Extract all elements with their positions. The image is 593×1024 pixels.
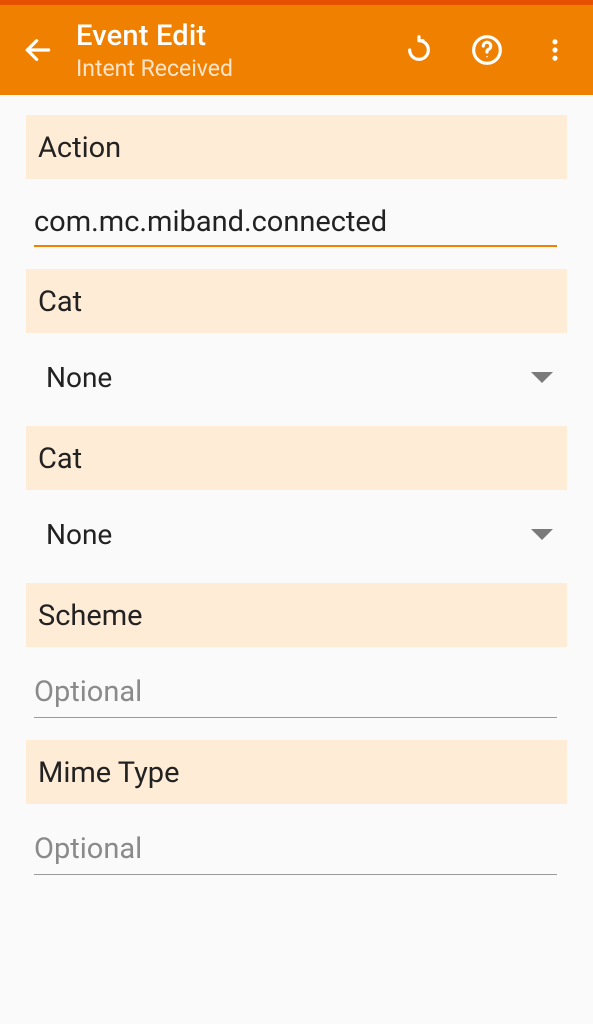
page-subtitle: Intent Received	[76, 55, 399, 82]
cat1-selected: None	[46, 361, 112, 394]
action-input-wrap	[26, 199, 567, 247]
section-label-mimetype: Mime Type	[26, 740, 567, 804]
mimetype-input-wrap	[26, 826, 567, 875]
scheme-input-wrap	[26, 669, 567, 718]
undo-button[interactable]	[399, 30, 439, 70]
cat2-dropdown[interactable]: None	[26, 508, 567, 561]
mimetype-input[interactable]	[34, 826, 557, 875]
more-vert-icon	[541, 34, 569, 66]
undo-icon	[403, 34, 435, 66]
chevron-down-icon	[531, 529, 553, 540]
section-label-action: Action	[26, 115, 567, 179]
cat2-selected: None	[46, 518, 112, 551]
action-input[interactable]	[34, 199, 557, 247]
app-bar: Event Edit Intent Received	[0, 5, 593, 95]
back-button[interactable]	[18, 30, 58, 70]
chevron-down-icon	[531, 372, 553, 383]
help-button[interactable]	[467, 30, 507, 70]
page-title: Event Edit	[76, 19, 399, 53]
appbar-actions	[399, 30, 575, 70]
scheme-input[interactable]	[34, 669, 557, 718]
section-label-scheme: Scheme	[26, 583, 567, 647]
appbar-titles: Event Edit Intent Received	[76, 19, 399, 82]
section-label-cat2: Cat	[26, 426, 567, 490]
section-label-cat1: Cat	[26, 269, 567, 333]
cat1-dropdown[interactable]: None	[26, 351, 567, 404]
help-icon	[471, 34, 503, 66]
arrow-back-icon	[22, 34, 54, 66]
form-content: Action Cat None Cat None Scheme Mime Typ…	[0, 115, 593, 875]
overflow-menu-button[interactable]	[535, 30, 575, 70]
